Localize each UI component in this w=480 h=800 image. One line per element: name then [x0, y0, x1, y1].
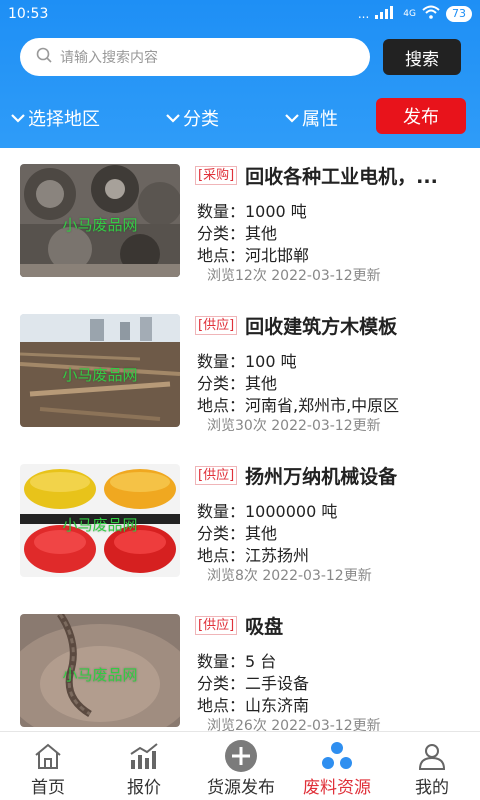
app-header: 10:53 ... 4G 73 请输入搜索内容 搜索 选择地区 分类 属性 发布 — [0, 0, 480, 148]
item-tag: [供应] — [195, 316, 238, 335]
item-meta: 浏览26次 2022-03-12更新 — [207, 718, 381, 731]
tab-label: 首页 — [31, 778, 65, 798]
item-category: 分类：其他 — [197, 524, 278, 543]
list-item[interactable]: 小马废品网 [供应] 回收建筑方木模板 数量：100 吨 分类：其他 地点：河南… — [0, 298, 480, 448]
item-title-line: [供应] 扬州万纳机械设备 — [195, 462, 465, 489]
item-watermark: 小马废品网 — [62, 515, 138, 534]
signal-icon — [375, 5, 397, 22]
item-category: 分类：其他 — [197, 374, 278, 393]
filter-region-label: 选择地区 — [28, 109, 100, 130]
list-item[interactable]: 小马废品网 [采购] 回收各种工业电机，... 数量：1000 吨 分类：其他 … — [0, 148, 480, 298]
publish-button[interactable]: 发布 — [376, 98, 466, 134]
item-category: 分类：二手设备 — [197, 674, 310, 693]
search-icon — [36, 47, 52, 67]
chevron-down-icon — [166, 114, 180, 123]
item-location: 地点：江苏扬州 — [197, 546, 310, 565]
search-input[interactable]: 请输入搜索内容 — [20, 38, 370, 76]
status-time: 10:53 — [8, 6, 49, 22]
item-category: 分类：其他 — [197, 224, 278, 243]
filter-category[interactable]: 分类 — [165, 105, 219, 131]
item-title: 回收各种工业电机，... — [245, 166, 438, 188]
item-thumbnail: 小马废品网 — [20, 164, 180, 277]
battery-indicator: 73 — [446, 5, 472, 22]
filter-region[interactable]: 选择地区 — [10, 105, 100, 131]
filter-attribute-label: 属性 — [302, 109, 338, 130]
status-bar: 10:53 ... 4G 73 — [0, 0, 480, 30]
item-title-line: [供应] 吸盘 — [195, 612, 465, 639]
item-location: 地点：河北邯郸 — [197, 246, 310, 265]
tab-label: 货源发布 — [207, 778, 275, 798]
home-icon — [31, 740, 65, 772]
chart-icon — [127, 740, 161, 772]
item-meta: 浏览12次 2022-03-12更新 — [207, 268, 381, 284]
tab-waste-resources[interactable]: 废料资源 — [290, 732, 384, 800]
item-quantity: 数量：100 吨 — [197, 352, 297, 371]
item-meta: 浏览30次 2022-03-12更新 — [207, 418, 381, 434]
list-item[interactable]: 小马废品网 [供应] 扬州万纳机械设备 数量：1000000 吨 分类：其他 地… — [0, 448, 480, 598]
item-watermark: 小马废品网 — [62, 215, 138, 234]
tab-label: 废料资源 — [303, 778, 371, 798]
tab-quote[interactable]: 报价 — [106, 732, 182, 800]
item-title-line: [采购] 回收各种工业电机，... — [195, 162, 465, 189]
item-tag: [采购] — [195, 166, 238, 185]
tab-publish-goods[interactable]: 货源发布 — [194, 732, 288, 800]
user-icon — [415, 740, 449, 772]
item-title: 回收建筑方木模板 — [245, 316, 398, 338]
tab-profile[interactable]: 我的 — [396, 732, 468, 800]
status-indicators: ... 4G 73 — [358, 5, 472, 22]
nodes-icon — [320, 740, 354, 772]
item-thumbnail: 小马废品网 — [20, 464, 180, 577]
item-watermark: 小马废品网 — [62, 365, 138, 384]
search-button[interactable]: 搜索 — [383, 39, 461, 75]
tab-label: 报价 — [127, 778, 161, 798]
status-dots: ... — [357, 6, 370, 21]
item-tag: [供应] — [195, 616, 238, 635]
search-placeholder: 请输入搜索内容 — [60, 50, 158, 66]
chevron-down-icon — [285, 114, 299, 123]
item-quantity: 数量：5 台 — [197, 652, 277, 671]
item-watermark: 小马废品网 — [62, 665, 138, 684]
network-type: 4G — [403, 8, 416, 19]
item-title: 扬州万纳机械设备 — [245, 466, 398, 488]
tab-label: 我的 — [415, 778, 449, 798]
item-location: 地点：山东济南 — [197, 696, 310, 715]
resource-list: 小马废品网 [采购] 回收各种工业电机，... 数量：1000 吨 分类：其他 … — [0, 148, 480, 731]
chevron-down-icon — [11, 114, 25, 123]
item-thumbnail: 小马废品网 — [20, 314, 180, 427]
plus-circle-icon — [224, 740, 258, 772]
item-quantity: 数量：1000000 吨 — [197, 502, 338, 521]
item-tag: [供应] — [195, 466, 238, 485]
item-thumbnail: 小马废品网 — [20, 614, 180, 727]
item-title-line: [供应] 回收建筑方木模板 — [195, 312, 465, 339]
wifi-icon — [422, 5, 440, 22]
bottom-tab-bar: 首页 报价 货源发布 废料资源 我的 — [0, 731, 480, 800]
item-location: 地点：河南省,郑州市,中原区 — [197, 396, 400, 415]
item-meta: 浏览8次 2022-03-12更新 — [207, 568, 372, 584]
item-title: 吸盘 — [245, 616, 284, 638]
filter-category-label: 分类 — [183, 109, 219, 130]
tab-home[interactable]: 首页 — [12, 732, 84, 800]
filter-attribute[interactable]: 属性 — [284, 105, 338, 131]
list-item[interactable]: 小马废品网 [供应] 吸盘 数量：5 台 分类：二手设备 地点：山东济南 浏览2… — [0, 598, 480, 731]
item-quantity: 数量：1000 吨 — [197, 202, 307, 221]
